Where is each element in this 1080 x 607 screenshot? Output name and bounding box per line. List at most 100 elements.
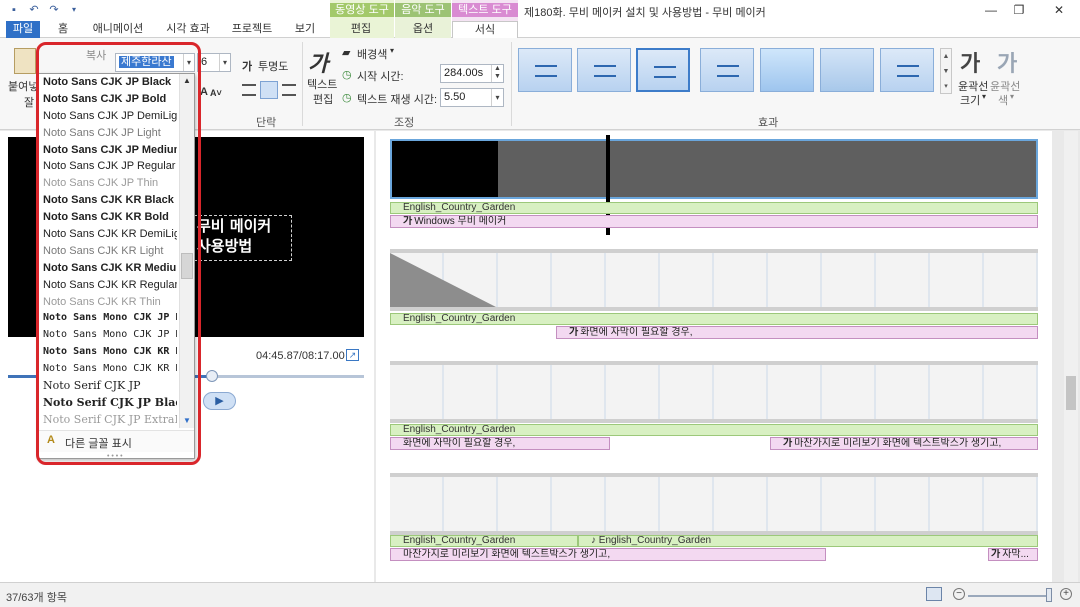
font-list-scroll-thumb[interactable] [181, 253, 193, 279]
font-option[interactable]: Noto Sans CJK JP Thin [39, 175, 177, 192]
more-fonts-label[interactable]: 다른 글꼴 표시 [65, 435, 132, 451]
resize-grip-icon[interactable]: • • • • [107, 453, 123, 458]
start-time-input[interactable]: 284.00s ▲ ▼ [440, 64, 504, 83]
chevron-down-icon[interactable]: ▾ [1010, 92, 1014, 101]
video-clip-strip[interactable] [390, 249, 1038, 311]
text-edit-icon[interactable]: 가 [308, 46, 328, 78]
fullscreen-icon[interactable]: ↗ [346, 349, 359, 361]
undo-icon[interactable]: ↶ [28, 4, 40, 16]
effect-thumb[interactable] [820, 48, 874, 92]
font-option[interactable]: Noto Sans Mono CJK JP Bo [39, 310, 177, 327]
chevron-down-icon[interactable]: ▾ [183, 54, 194, 71]
effect-thumb[interactable] [880, 48, 934, 92]
paste-label[interactable]: 붙여넣 [8, 78, 38, 94]
storyboard-scrollbar-thumb[interactable] [1066, 376, 1076, 410]
font-option[interactable]: Noto Sans CJK JP DemiLight [39, 108, 177, 125]
text-edit-label-2[interactable]: 편집 [313, 91, 333, 107]
align-center-icon[interactable] [260, 81, 278, 99]
zoom-out-icon[interactable]: − [953, 588, 965, 600]
chevron-down-icon[interactable]: ▾ [219, 54, 230, 71]
font-option[interactable]: Noto Sans Mono CJK JP Re [39, 327, 177, 344]
video-clip-strip[interactable] [390, 361, 1038, 423]
text-edit-label-1[interactable]: 텍스트 [307, 76, 337, 92]
caption-bar[interactable]: 가 자막... [988, 548, 1038, 561]
start-time-value[interactable]: 284.00s [444, 67, 483, 79]
caption-bar[interactable]: 마찬가지로 미리보기 화면에 텍스트박스가 생기고, [390, 548, 826, 561]
music-bar[interactable]: English_Country_Garden [390, 424, 1038, 436]
transparency-label[interactable]: 투명도 [258, 58, 288, 74]
play-button[interactable]: ▶ [203, 392, 236, 410]
music-bar[interactable]: English_Country_Garden [390, 313, 1038, 325]
zoom-slider[interactable] [968, 595, 1048, 597]
video-clip-strip[interactable] [390, 473, 1038, 535]
chevron-down-icon[interactable]: ▾ [491, 89, 503, 106]
storyboard-scrollbar[interactable] [1064, 131, 1078, 582]
font-option[interactable]: Noto Sans CJK JP Bold [39, 91, 177, 108]
effect-thumb[interactable] [700, 48, 754, 92]
font-option[interactable]: Noto Sans CJK KR Thin [39, 294, 177, 311]
bg-color-label[interactable]: 배경색 [357, 46, 387, 62]
outline-size-label-2[interactable]: 크기 [960, 92, 980, 108]
font-option[interactable]: Noto Sans CJK KR Bold [39, 209, 177, 226]
copy-label[interactable]: 복사 [86, 47, 106, 63]
font-family-combo[interactable]: 제주한라산 ▾ [115, 53, 195, 72]
font-size-combo[interactable]: 6 ▾ [197, 53, 231, 72]
music-bar[interactable]: English_Country_Garden [390, 202, 1038, 214]
tab-home[interactable]: 홈 [52, 21, 74, 38]
font-option[interactable]: Noto Sans CJK JP Medium [39, 142, 177, 159]
chevron-down-icon[interactable]: ▾ [390, 46, 394, 55]
align-left-icon[interactable] [242, 84, 256, 96]
duration-input[interactable]: 5.50 ▾ [440, 88, 504, 107]
redo-icon[interactable]: ↷ [48, 4, 60, 16]
shrink-font-icon[interactable]: A [200, 86, 208, 98]
customize-toolbar-icon[interactable]: ▾ [68, 4, 80, 16]
font-option[interactable]: Noto Serif CJK JP [39, 378, 177, 395]
font-option[interactable]: Noto Sans CJK JP Black [39, 74, 177, 91]
font-option[interactable]: Noto Sans CJK KR Light [39, 243, 177, 260]
close-button[interactable]: ✕ [1046, 2, 1072, 18]
storyboard[interactable]: English_Country_Garden 가 Windows 무비 메이커 E… [376, 131, 1052, 582]
caption-text-box[interactable]: 무비 메이커 사용방법 [194, 215, 292, 261]
font-option[interactable]: Noto Serif CJK JP ExtraLigl [39, 412, 177, 429]
tab-project[interactable]: 프로젝트 [228, 21, 276, 38]
tab-format[interactable]: 서식 [452, 21, 518, 38]
scroll-down-icon[interactable]: ▼ [180, 414, 194, 428]
font-size-value[interactable]: 6 [201, 56, 207, 68]
effect-thumb-selected[interactable] [636, 48, 690, 92]
zoom-slider-thumb[interactable] [1046, 588, 1052, 602]
bg-color-icon[interactable]: ▰ [342, 46, 350, 59]
save-icon[interactable]: ▪ [8, 4, 20, 16]
effect-thumb[interactable] [518, 48, 572, 92]
scroll-up-icon[interactable]: ▲ [180, 74, 194, 88]
cut-label[interactable]: 잘 [24, 94, 34, 110]
font-option[interactable]: Noto Sans CJK KR Black [39, 192, 177, 209]
music-bar[interactable]: ♪ English_Country_Garden [578, 535, 1038, 547]
font-list-scrollbar[interactable]: ▲ ▼ [179, 74, 194, 428]
grow-font-icon[interactable]: A˅ [210, 88, 222, 98]
font-family-dropdown[interactable]: Noto Sans CJK JP Black Noto Sans CJK JP B… [38, 73, 195, 459]
caption-bar[interactable]: 가 Windows 무비 메이커 [390, 215, 1038, 228]
tab-file[interactable]: 파일 [6, 21, 40, 38]
tab-view[interactable]: 보기 [290, 21, 320, 38]
thumbnail-size-icon[interactable] [926, 587, 942, 601]
font-family-value[interactable]: 제주한라산 [119, 56, 174, 68]
font-option[interactable]: Noto Sans Mono CJK KR Re [39, 361, 177, 378]
paste-icon[interactable] [14, 48, 36, 74]
outline-color-label-2[interactable]: 색 [998, 92, 1008, 108]
transparency-icon[interactable]: 가 [242, 58, 252, 74]
caption-bar[interactable]: 가 화면에 자막이 필요할 경우, [556, 326, 1038, 339]
more-fonts-row[interactable]: A 다른 글꼴 표시 [39, 430, 194, 452]
tab-options[interactable]: 옵션 [408, 21, 438, 38]
outline-size-icon[interactable]: 가 [960, 46, 980, 78]
font-option[interactable]: Noto Sans CJK KR Regular [39, 277, 177, 294]
minimize-button[interactable]: — [978, 2, 1004, 18]
font-option[interactable]: Noto Sans CJK KR DemiLight [39, 226, 177, 243]
spinner-icon[interactable]: ▲ ▼ [491, 65, 503, 82]
seek-slider-thumb[interactable] [206, 370, 219, 382]
music-bar[interactable]: English_Country_Garden [390, 535, 578, 547]
video-clip-selected[interactable] [390, 139, 1038, 199]
font-option[interactable]: Noto Serif CJK JP Black [39, 395, 177, 412]
maximize-button[interactable]: ❐ [1006, 2, 1032, 18]
tab-animation[interactable]: 애니메이션 [88, 21, 148, 38]
duration-value[interactable]: 5.50 [444, 91, 465, 103]
